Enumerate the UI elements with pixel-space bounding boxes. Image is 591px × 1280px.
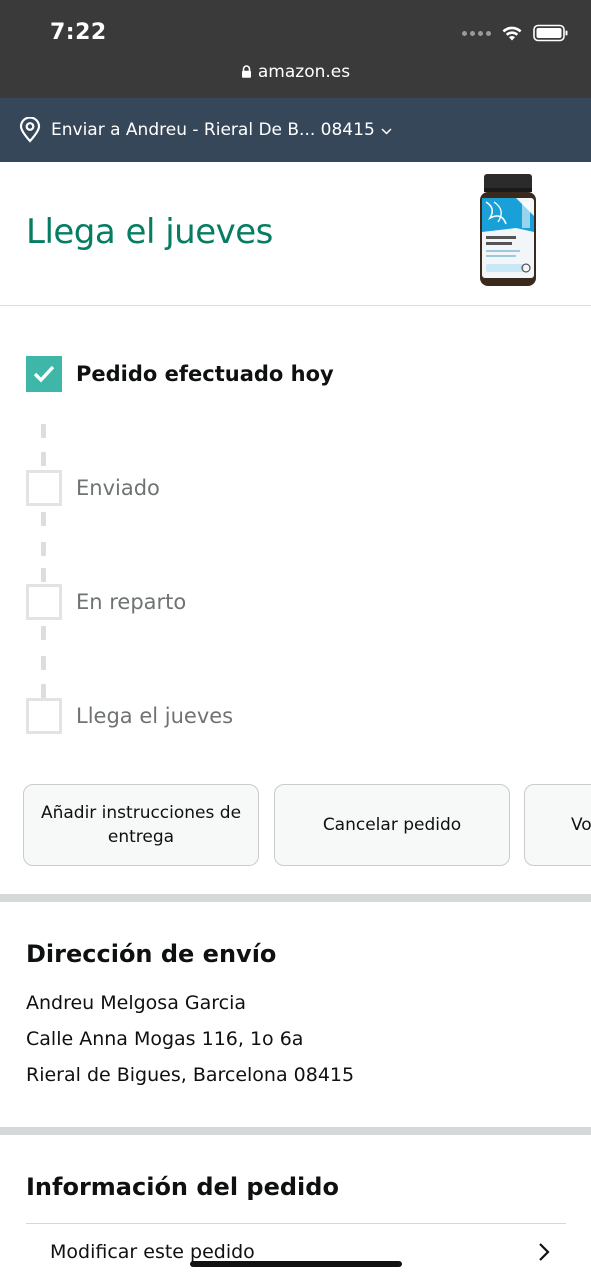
section-divider xyxy=(0,1127,591,1135)
timeline-step-label: Llega el jueves xyxy=(76,704,234,728)
timeline-connector xyxy=(41,542,46,556)
timeline-connector xyxy=(41,626,46,640)
timeline-step-ordered: Pedido efectuado hoy xyxy=(26,356,334,392)
lock-icon xyxy=(241,63,252,83)
timeline-step-label: En reparto xyxy=(76,590,187,614)
wifi-icon xyxy=(502,26,522,40)
shipping-address-title: Dirección de envío xyxy=(26,940,277,968)
order-info-title: Información del pedido xyxy=(26,1173,339,1201)
deliver-to-text: Enviar a Andreu - Rieral De B... 08415 xyxy=(51,120,375,140)
empty-checkbox-icon xyxy=(26,470,62,506)
shipping-street: Calle Anna Mogas 116, 1o 6a xyxy=(26,1028,304,1050)
status-bar: 7:22 amazon.es xyxy=(0,0,591,98)
cancel-order-button[interactable]: Cancelar pedido xyxy=(274,784,510,866)
check-icon xyxy=(26,356,62,392)
timeline-connector xyxy=(41,568,46,582)
address-bar[interactable]: amazon.es xyxy=(0,62,591,83)
timeline-step-shipped: Enviado xyxy=(26,470,160,506)
timeline-connector xyxy=(41,452,46,466)
empty-checkbox-icon xyxy=(26,584,62,620)
timeline-step-arrives: Llega el jueves xyxy=(26,698,233,734)
product-image[interactable] xyxy=(476,172,540,290)
arrival-title: Llega el jueves xyxy=(26,212,273,252)
timeline-step-label: Enviado xyxy=(76,476,160,500)
timeline-connector xyxy=(41,684,46,698)
empty-checkbox-icon xyxy=(26,698,62,734)
order-timeline: Pedido efectuado hoy Enviado En reparto … xyxy=(0,306,591,776)
shipping-city: Rieral de Bigues, Barcelona 08415 xyxy=(26,1064,355,1086)
battery-icon xyxy=(533,24,568,42)
add-delivery-instructions-button[interactable]: Añadir instrucciones de entrega xyxy=(23,784,259,866)
chevron-down-icon xyxy=(381,124,392,138)
action-buttons-row[interactable]: Añadir instrucciones de entrega Cancelar… xyxy=(23,784,591,866)
shipping-name: Andreu Melgosa Garcia xyxy=(26,992,247,1014)
url-text: amazon.es xyxy=(257,62,351,82)
timeline-connector xyxy=(41,512,46,526)
chevron-right-icon xyxy=(538,1242,550,1267)
timeline-connector xyxy=(41,656,46,670)
signal-icon xyxy=(462,30,491,36)
timeline-connector xyxy=(41,424,46,438)
modify-order-row[interactable]: Modificar este pedido xyxy=(26,1224,566,1280)
location-pin-icon xyxy=(18,117,42,143)
view-button-partial[interactable]: Vo xyxy=(524,784,591,866)
status-time: 7:22 xyxy=(50,20,107,45)
view-button-label: Vo xyxy=(571,815,591,835)
timeline-step-label: Pedido efectuado hoy xyxy=(76,362,334,386)
arrival-header: Llega el jueves xyxy=(0,162,591,306)
timeline-step-out-for-delivery: En reparto xyxy=(26,584,186,620)
status-icons xyxy=(462,24,569,42)
section-divider xyxy=(0,894,591,902)
home-indicator[interactable] xyxy=(190,1261,402,1267)
modify-order-label: Modificar este pedido xyxy=(50,1241,255,1263)
deliver-to-bar[interactable]: Enviar a Andreu - Rieral De B... 08415 xyxy=(0,98,591,162)
